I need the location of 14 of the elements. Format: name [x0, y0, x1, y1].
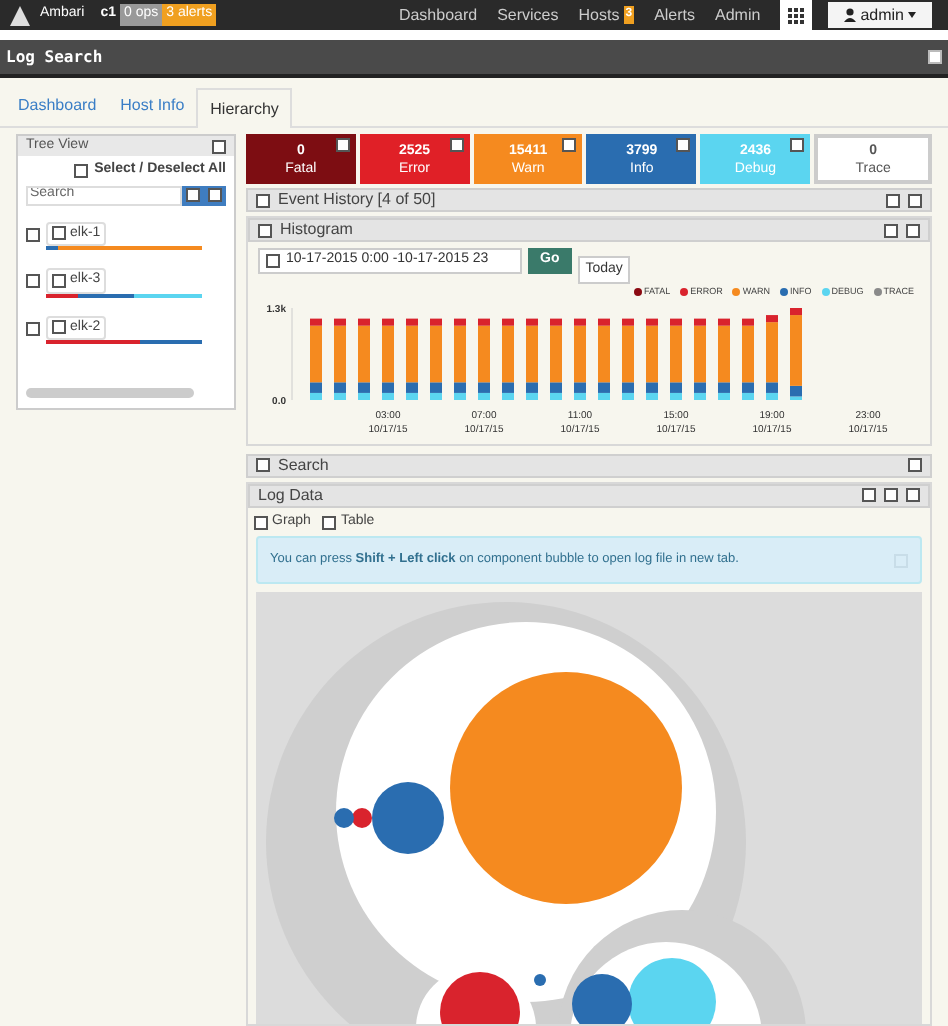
nav-link[interactable]: Admin [715, 3, 761, 27]
nav-link[interactable]: Hosts [578, 3, 620, 27]
panel-title: Histogram [280, 218, 355, 242]
tab[interactable]: Hierarchy [196, 88, 293, 128]
user-menu-button[interactable]: admin [828, 2, 932, 28]
panel-title: Event History [4 of 50] [278, 188, 438, 212]
tab[interactable]: Dashboard [6, 86, 109, 126]
tab[interactable]: Host Info [108, 86, 197, 126]
nav-link[interactable]: Dashboard [398, 3, 478, 27]
nav-link[interactable]: Alerts [654, 3, 696, 27]
panel-title: Log Data [258, 483, 325, 508]
nav-link[interactable]: Services [497, 3, 559, 27]
panel-title: Search [278, 453, 331, 478]
page-title: Log Search [6, 45, 105, 69]
